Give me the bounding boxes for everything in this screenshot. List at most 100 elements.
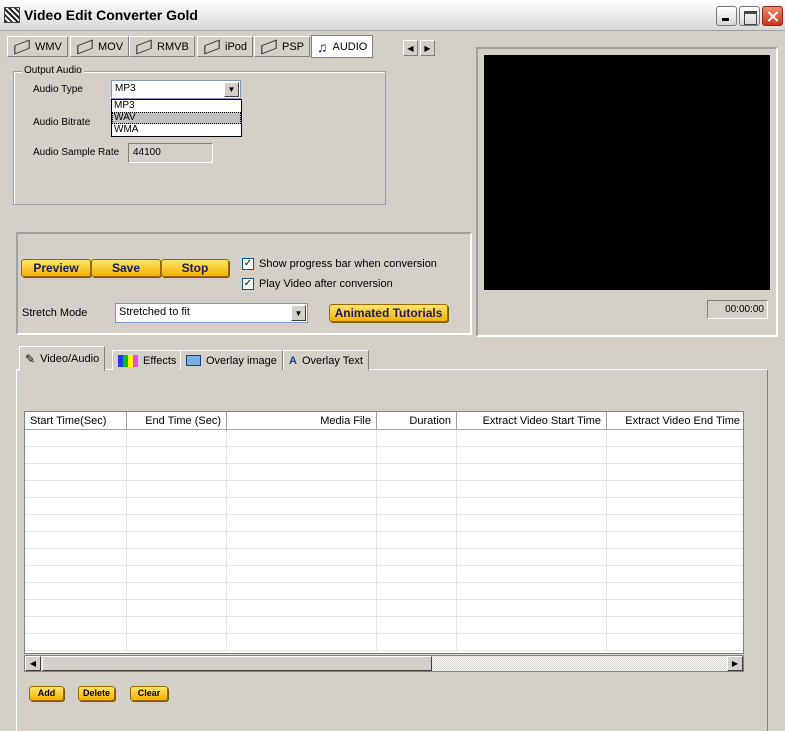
table-cell[interactable] bbox=[227, 549, 377, 566]
table-cell[interactable] bbox=[377, 481, 457, 498]
tab-mov[interactable]: MOV bbox=[70, 36, 130, 57]
table-cell[interactable] bbox=[25, 617, 127, 634]
table-cell[interactable] bbox=[607, 532, 743, 549]
table-row[interactable] bbox=[25, 430, 743, 447]
column-header[interactable]: Duration bbox=[377, 412, 457, 430]
show-progress-checkbox[interactable]: ✓ bbox=[242, 258, 254, 270]
table-row[interactable] bbox=[25, 634, 743, 651]
table-cell[interactable] bbox=[457, 498, 607, 515]
table-row[interactable] bbox=[25, 515, 743, 532]
play-video-checkbox[interactable]: ✓ bbox=[242, 278, 254, 290]
dropdown-option[interactable]: WMA bbox=[112, 124, 241, 136]
table-cell[interactable] bbox=[227, 481, 377, 498]
media-table[interactable]: Start Time(Sec) End Time (Sec) Media Fil… bbox=[24, 411, 744, 654]
horizontal-scrollbar[interactable]: ◀ ▶ bbox=[24, 655, 744, 672]
table-cell[interactable] bbox=[377, 515, 457, 532]
table-cell[interactable] bbox=[227, 430, 377, 447]
animated-tutorials-button[interactable]: Animated Tutorials bbox=[329, 304, 448, 322]
table-cell[interactable] bbox=[227, 498, 377, 515]
table-cell[interactable] bbox=[25, 464, 127, 481]
table-cell[interactable] bbox=[227, 583, 377, 600]
table-cell[interactable] bbox=[377, 566, 457, 583]
tab-scroll-right-button[interactable]: ▶ bbox=[420, 40, 435, 56]
tab-rmvb[interactable]: RMVB bbox=[129, 36, 195, 57]
table-cell[interactable] bbox=[457, 549, 607, 566]
table-cell[interactable] bbox=[377, 549, 457, 566]
table-row[interactable] bbox=[25, 498, 743, 515]
table-cell[interactable] bbox=[25, 481, 127, 498]
tab-wmv[interactable]: WMV bbox=[7, 36, 68, 57]
table-cell[interactable] bbox=[457, 566, 607, 583]
table-cell[interactable] bbox=[607, 634, 743, 651]
table-cell[interactable] bbox=[25, 515, 127, 532]
column-header[interactable]: Extract Video Start Time bbox=[457, 412, 607, 430]
table-row[interactable] bbox=[25, 566, 743, 583]
table-cell[interactable] bbox=[227, 464, 377, 481]
table-cell[interactable] bbox=[457, 583, 607, 600]
table-cell[interactable] bbox=[25, 583, 127, 600]
tab-overlay-text[interactable]: A Overlay Text bbox=[283, 350, 369, 370]
chevron-down-icon[interactable]: ▼ bbox=[224, 82, 239, 97]
table-row[interactable] bbox=[25, 532, 743, 549]
add-button[interactable]: Add bbox=[29, 686, 64, 701]
table-cell[interactable] bbox=[127, 481, 227, 498]
table-cell[interactable] bbox=[607, 430, 743, 447]
table-cell[interactable] bbox=[377, 634, 457, 651]
table-cell[interactable] bbox=[607, 583, 743, 600]
table-cell[interactable] bbox=[25, 600, 127, 617]
tab-psp[interactable]: PSP bbox=[254, 36, 311, 57]
tab-overlay-image[interactable]: Overlay image bbox=[180, 350, 283, 370]
table-cell[interactable] bbox=[227, 447, 377, 464]
table-row[interactable] bbox=[25, 600, 743, 617]
column-header[interactable]: Start Time(Sec) bbox=[25, 412, 127, 430]
column-header[interactable]: Media File bbox=[227, 412, 377, 430]
tab-video-audio[interactable]: ✎ Video/Audio bbox=[19, 346, 106, 371]
table-cell[interactable] bbox=[377, 600, 457, 617]
table-cell[interactable] bbox=[607, 464, 743, 481]
table-cell[interactable] bbox=[607, 498, 743, 515]
table-cell[interactable] bbox=[25, 532, 127, 549]
table-cell[interactable] bbox=[607, 600, 743, 617]
table-cell[interactable] bbox=[127, 532, 227, 549]
table-cell[interactable] bbox=[377, 430, 457, 447]
table-cell[interactable] bbox=[457, 532, 607, 549]
table-cell[interactable] bbox=[457, 600, 607, 617]
table-cell[interactable] bbox=[457, 515, 607, 532]
table-cell[interactable] bbox=[607, 447, 743, 464]
table-cell[interactable] bbox=[457, 430, 607, 447]
chevron-down-icon[interactable]: ▼ bbox=[291, 305, 306, 321]
table-cell[interactable] bbox=[607, 549, 743, 566]
close-button[interactable] bbox=[762, 6, 783, 26]
table-cell[interactable] bbox=[227, 634, 377, 651]
table-cell[interactable] bbox=[127, 464, 227, 481]
table-row[interactable] bbox=[25, 617, 743, 634]
table-cell[interactable] bbox=[127, 566, 227, 583]
table-cell[interactable] bbox=[457, 634, 607, 651]
table-cell[interactable] bbox=[127, 583, 227, 600]
table-row[interactable] bbox=[25, 447, 743, 464]
table-cell[interactable] bbox=[457, 481, 607, 498]
table-cell[interactable] bbox=[25, 549, 127, 566]
tab-audio[interactable]: ♫ AUDIO bbox=[311, 35, 374, 58]
table-row[interactable] bbox=[25, 481, 743, 498]
table-cell[interactable] bbox=[127, 430, 227, 447]
table-cell[interactable] bbox=[25, 447, 127, 464]
table-cell[interactable] bbox=[607, 617, 743, 634]
tab-scroll-left-button[interactable]: ◀ bbox=[403, 40, 418, 56]
table-cell[interactable] bbox=[377, 447, 457, 464]
table-cell[interactable] bbox=[127, 600, 227, 617]
tab-effects[interactable]: Effects bbox=[112, 350, 183, 370]
table-cell[interactable] bbox=[377, 617, 457, 634]
stop-button[interactable]: Stop bbox=[161, 259, 229, 277]
table-row[interactable] bbox=[25, 464, 743, 481]
table-cell[interactable] bbox=[127, 549, 227, 566]
table-cell[interactable] bbox=[377, 583, 457, 600]
save-button[interactable]: Save bbox=[91, 259, 161, 277]
dropdown-option[interactable]: MP3 bbox=[112, 100, 241, 112]
table-row[interactable] bbox=[25, 583, 743, 600]
table-cell[interactable] bbox=[607, 481, 743, 498]
table-cell[interactable] bbox=[127, 617, 227, 634]
preview-button[interactable]: Preview bbox=[21, 259, 91, 277]
scroll-right-icon[interactable]: ▶ bbox=[727, 656, 743, 671]
minimize-button[interactable] bbox=[716, 6, 737, 26]
